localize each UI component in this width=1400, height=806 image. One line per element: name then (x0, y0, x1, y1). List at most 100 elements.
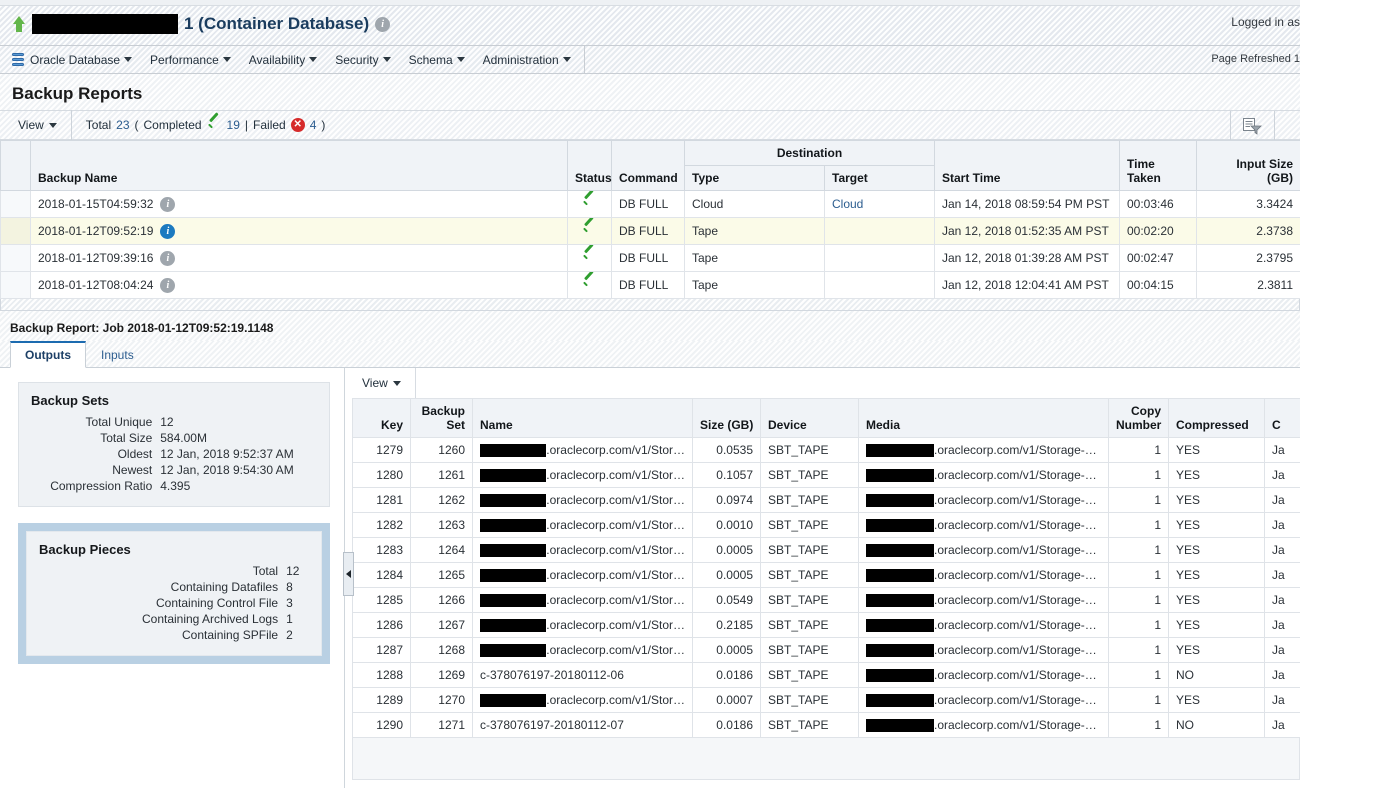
col-time-taken[interactable]: Time Taken (1119, 140, 1197, 191)
info-icon[interactable]: i (160, 250, 176, 266)
menu-performance[interactable]: Performance (141, 46, 240, 73)
name-suffix-text: .oraclecorp.com/v1/Stor… (546, 593, 685, 607)
cell-backup-name[interactable]: 2018-01-15T04:59:32 i (30, 190, 568, 218)
cell-truncated: Ja (1264, 687, 1300, 713)
tab-inputs[interactable]: Inputs (86, 342, 149, 368)
cell-size-gb: 0.0186 (692, 712, 761, 738)
col-status[interactable]: Status (567, 140, 612, 191)
header-top-strip (0, 0, 1300, 6)
completed-count[interactable]: 19 (227, 118, 240, 132)
menu-availability[interactable]: Availability (240, 46, 326, 73)
cell-backup-name[interactable]: 2018-01-12T09:52:19 i (30, 217, 568, 245)
detail-section-title: Backup Report: Job 2018-01-12T09:52:19.1… (0, 311, 1300, 341)
cell-destination-target[interactable]: Cloud (824, 190, 935, 218)
col-device[interactable]: Device (760, 398, 859, 438)
table-row[interactable]: 2018-01-12T09:52:19 i DB FULL Tape Jan 12, 2… (0, 217, 1300, 245)
table-row[interactable]: 1283 1264 .oraclecorp.com/v1/Stor… 0.0005 SB… (352, 537, 1300, 563)
table-row[interactable]: 2018-01-15T04:59:32 i DB FULL Cloud Cloud Jan… (0, 190, 1300, 218)
cell-key: 1284 (352, 562, 411, 588)
row-select-cell[interactable] (0, 190, 31, 218)
row-select-cell[interactable] (0, 271, 31, 299)
cell-media: .oraclecorp.com/v1/Storage-… (858, 462, 1109, 488)
table-row[interactable]: 1289 1270 .oraclecorp.com/v1/Stor… 0.0007 SB… (352, 687, 1300, 713)
cell-name: .oraclecorp.com/v1/Stor… (472, 512, 693, 538)
col-copy-number[interactable]: Copy Number (1108, 398, 1169, 438)
table-row[interactable]: 1284 1265 .oraclecorp.com/v1/Stor… 0.0005 SB… (352, 562, 1300, 588)
collapse-panel-handle[interactable] (343, 552, 354, 596)
col-compressed[interactable]: Compressed (1168, 398, 1265, 438)
col-truncated[interactable]: C (1264, 398, 1300, 438)
backup-sets-card: Backup Sets Total Unique 12 Total Size 584.… (18, 382, 330, 507)
cell-copy-number: 1 (1108, 712, 1169, 738)
backup-pieces-fields: Total 12 Containing Datafiles 8 Containing C… (39, 563, 309, 643)
backup-sets-fields: Total Unique 12 Total Size 584.00M Oldest 12 … (31, 414, 317, 494)
cell-truncated: Ja (1264, 512, 1300, 538)
toolbar-overflow-button[interactable] (1274, 111, 1300, 141)
menu-oracle-database[interactable]: Oracle Database (0, 46, 141, 73)
cell-input-size: 2.3738 (1196, 217, 1300, 245)
col-time-taken-line2: Taken (1127, 171, 1161, 185)
table-row[interactable]: 1287 1268 .oraclecorp.com/v1/Stor… 0.0005 SB… (352, 637, 1300, 663)
table-row[interactable]: 1286 1267 .oraclecorp.com/v1/Stor… 0.2185 SB… (352, 612, 1300, 638)
cell-backup-name[interactable]: 2018-01-12T09:39:16 i (30, 244, 568, 272)
col-backup-name[interactable]: Backup Name (30, 140, 568, 191)
col-destination-type[interactable]: Type (684, 165, 825, 191)
cell-backup-name[interactable]: 2018-01-12T08:04:24 i (30, 271, 568, 299)
table-row[interactable]: 1279 1260 .oraclecorp.com/v1/Stor… 0.0535 SB… (352, 437, 1300, 463)
filter-detach-icon (1243, 117, 1262, 135)
info-icon[interactable]: i (160, 277, 176, 293)
detail-left-panel: Backup Sets Total Unique 12 Total Size 584.… (0, 368, 354, 788)
table-row[interactable]: 1281 1262 .oraclecorp.com/v1/Stor… 0.0974 SB… (352, 487, 1300, 513)
cell-backup-set: 1270 (410, 687, 473, 713)
backup-pieces-card-selected[interactable]: Backup Pieces Total 12 Containing Datafile… (18, 523, 330, 664)
col-input-size[interactable]: Input Size (GB) (1196, 140, 1300, 191)
col-command[interactable]: Command (611, 140, 685, 191)
cell-compressed: YES (1168, 687, 1265, 713)
info-icon[interactable]: i (375, 16, 391, 32)
cell-compressed: YES (1168, 637, 1265, 663)
col-start-time[interactable]: Start Time (934, 140, 1120, 191)
table-row[interactable]: 2018-01-12T09:39:16 i DB FULL Tape Jan 12, 2… (0, 244, 1300, 272)
menu-security[interactable]: Security (326, 46, 399, 73)
menu-schema[interactable]: Schema (400, 46, 474, 73)
row-select-cell[interactable] (0, 244, 31, 272)
cell-backup-set: 1260 (410, 437, 473, 463)
cell-name: c-378076197-20180112-06 (472, 662, 693, 688)
cell-media: .oraclecorp.com/v1/Storage-… (858, 512, 1109, 538)
table-row[interactable]: 1282 1263 .oraclecorp.com/v1/Stor… 0.0010 SB… (352, 512, 1300, 538)
backup-pieces-table: Key Backup Set Name Size (GB) Device Med… (352, 398, 1300, 738)
backup-sets-field-row: Total Size 584.00M (31, 430, 317, 446)
failed-count[interactable]: 4 (310, 118, 317, 132)
cell-status (567, 271, 612, 299)
table-row[interactable]: 2018-01-12T08:04:24 i DB FULL Tape Jan 12, 2… (0, 271, 1300, 299)
info-icon[interactable]: i (160, 196, 176, 212)
col-destination-target[interactable]: Target (824, 165, 935, 191)
backup-reports-table: Backup Name Status Command Destination S… (0, 140, 1300, 299)
cell-status (567, 217, 612, 245)
table-row[interactable]: 1290 1271 c-378076197-20180112-07 0.0186 SBT… (352, 712, 1300, 738)
total-count[interactable]: 23 (116, 118, 129, 132)
cell-device: SBT_TAPE (760, 462, 859, 488)
destination-target-link[interactable]: Cloud (832, 197, 863, 211)
table-row[interactable]: 1288 1269 c-378076197-20180112-06 0.0186 SBT… (352, 662, 1300, 688)
menu-administration[interactable]: Administration (474, 46, 580, 73)
col-backup-set[interactable]: Backup Set (410, 398, 473, 438)
row-select-cell[interactable] (0, 217, 31, 245)
media-suffix-text: .oraclecorp.com/v1/Storage-… (934, 618, 1097, 632)
logged-in-label: Logged in as (1231, 15, 1300, 29)
view-menu-button[interactable]: View (0, 111, 71, 139)
col-media[interactable]: Media (858, 398, 1109, 438)
col-key[interactable]: Key (352, 398, 411, 438)
table-row[interactable]: 1285 1266 .oraclecorp.com/v1/Stor… 0.0549 SB… (352, 587, 1300, 613)
backup-sets-field-key: Total Unique (85, 415, 153, 429)
cell-media: .oraclecorp.com/v1/Storage-… (858, 537, 1109, 563)
info-icon-blue[interactable]: i (160, 223, 176, 239)
media-suffix-text: .oraclecorp.com/v1/Storage-… (934, 443, 1097, 457)
filter-detach-button[interactable] (1230, 111, 1274, 141)
col-name[interactable]: Name (472, 398, 693, 438)
tab-outputs[interactable]: Outputs (10, 341, 86, 368)
pieces-view-menu-button[interactable]: View (352, 368, 415, 398)
redacted-host-name (480, 568, 547, 582)
col-size-gb[interactable]: Size (GB) (692, 398, 761, 438)
table-row[interactable]: 1280 1261 .oraclecorp.com/v1/Stor… 0.1057 SB… (352, 462, 1300, 488)
